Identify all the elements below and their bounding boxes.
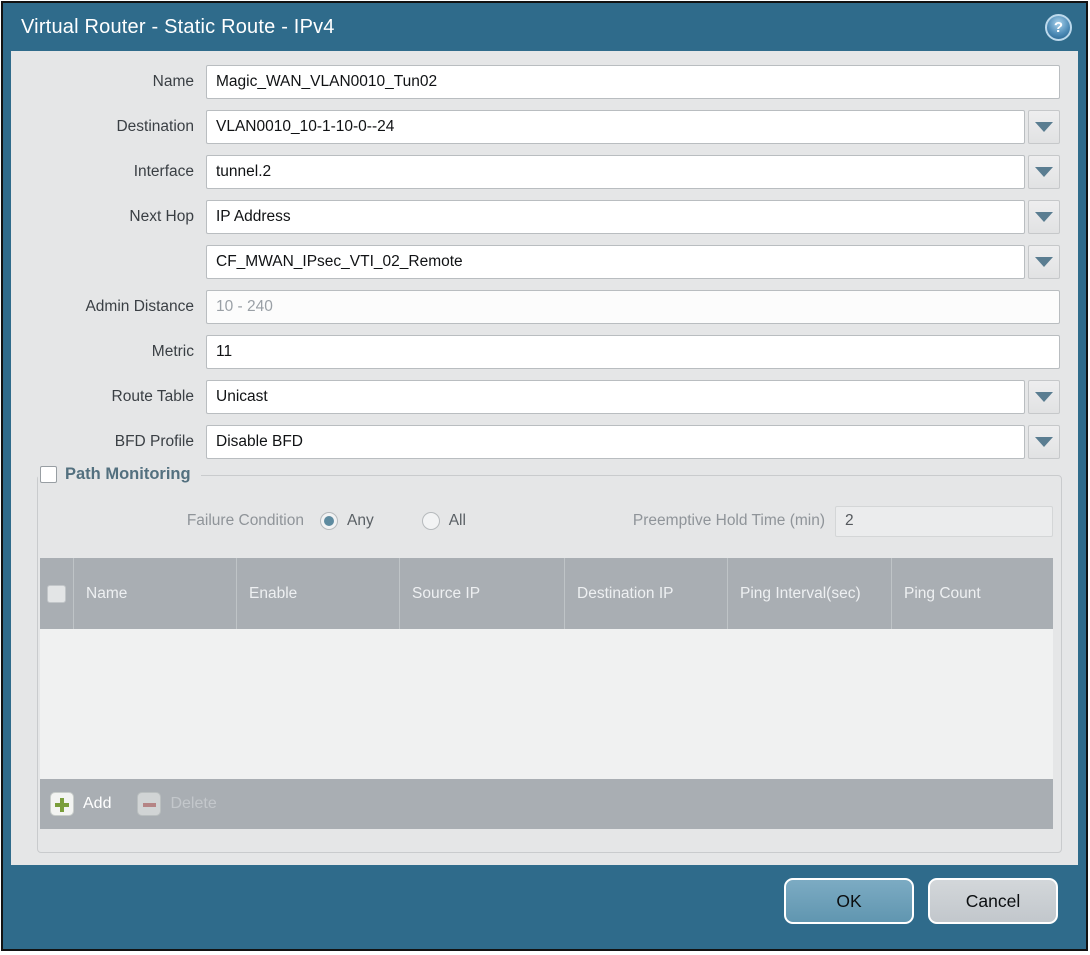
bfd-profile-input[interactable]: [206, 425, 1025, 459]
cancel-button[interactable]: Cancel: [928, 878, 1058, 924]
chevron-down-icon: [1035, 122, 1053, 132]
path-monitoring-section: Path Monitoring Failure Condition Any Al…: [37, 475, 1062, 853]
route-table-dropdown-button[interactable]: [1028, 380, 1060, 414]
chevron-down-icon: [1035, 167, 1053, 177]
metric-label: Metric: [19, 343, 206, 361]
route-table-row: Route Table: [19, 380, 1060, 414]
ok-button[interactable]: OK: [784, 878, 914, 924]
admin-distance-row: Admin Distance: [19, 290, 1060, 324]
chevron-down-icon: [1035, 257, 1053, 267]
route-table-label: Route Table: [19, 388, 206, 406]
column-header-name: Name: [74, 558, 237, 629]
dialog-title-bar: Virtual Router - Static Route - IPv4 ?: [3, 3, 1086, 51]
chevron-down-icon: [1035, 392, 1053, 402]
help-glyph: ?: [1054, 19, 1063, 36]
interface-input[interactable]: [206, 155, 1025, 189]
path-monitoring-title: Path Monitoring: [65, 465, 191, 484]
next-hop-address-input[interactable]: [206, 245, 1025, 279]
add-button[interactable]: Add: [50, 792, 111, 816]
failure-condition-all-label: All: [449, 512, 466, 530]
table-footer: Add Delete: [40, 779, 1053, 829]
column-header-ping-interval: Ping Interval(sec): [728, 558, 892, 629]
failure-condition-any-radio[interactable]: [320, 512, 338, 530]
delete-button[interactable]: Delete: [137, 792, 216, 816]
delete-button-label: Delete: [170, 795, 216, 813]
metric-input[interactable]: [206, 335, 1060, 369]
metric-row: Metric: [19, 335, 1060, 369]
help-icon[interactable]: ?: [1045, 14, 1072, 41]
column-header-destination-ip: Destination IP: [565, 558, 728, 629]
select-all-cell: [40, 558, 74, 629]
next-hop-address-dropdown-button[interactable]: [1028, 245, 1060, 279]
name-label: Name: [19, 73, 206, 91]
name-row: Name: [19, 65, 1060, 99]
interface-row: Interface: [19, 155, 1060, 189]
preemptive-hold-label: Preemptive Hold Time (min): [466, 512, 835, 530]
minus-icon: [137, 792, 161, 816]
next-hop-row: Next Hop: [19, 200, 1060, 234]
table-header: Name Enable Source IP Destination IP Pin…: [40, 558, 1053, 629]
next-hop-type-input[interactable]: [206, 200, 1025, 234]
interface-dropdown-button[interactable]: [1028, 155, 1060, 189]
destination-row: Destination: [19, 110, 1060, 144]
failure-condition-all-radio[interactable]: [422, 512, 440, 530]
dialog-footer: OK Cancel: [3, 865, 1086, 949]
failure-condition-any-label: Any: [347, 512, 374, 530]
select-all-checkbox[interactable]: [47, 585, 66, 603]
next-hop-address-row: [19, 245, 1060, 279]
table-body-empty: [40, 629, 1053, 779]
next-hop-label: Next Hop: [19, 208, 206, 226]
admin-distance-input[interactable]: [206, 290, 1060, 324]
route-table-input[interactable]: [206, 380, 1025, 414]
preemptive-hold-input[interactable]: [835, 506, 1053, 537]
name-input[interactable]: [206, 65, 1060, 99]
admin-distance-label: Admin Distance: [19, 298, 206, 316]
bfd-profile-label: BFD Profile: [19, 433, 206, 451]
destination-input[interactable]: [206, 110, 1025, 144]
destination-label: Destination: [19, 118, 206, 136]
column-header-ping-count: Ping Count: [892, 558, 1053, 629]
path-monitoring-checkbox[interactable]: [40, 466, 57, 483]
path-monitoring-legend: Path Monitoring: [38, 465, 201, 484]
chevron-down-icon: [1035, 212, 1053, 222]
chevron-down-icon: [1035, 437, 1053, 447]
path-monitoring-table: Name Enable Source IP Destination IP Pin…: [40, 558, 1053, 829]
plus-icon: [50, 792, 74, 816]
bfd-profile-row: BFD Profile: [19, 425, 1060, 459]
add-button-label: Add: [83, 795, 111, 813]
destination-dropdown-button[interactable]: [1028, 110, 1060, 144]
column-header-source-ip: Source IP: [400, 558, 565, 629]
bfd-profile-dropdown-button[interactable]: [1028, 425, 1060, 459]
static-route-dialog: Virtual Router - Static Route - IPv4 ? N…: [1, 1, 1088, 951]
failure-condition-row: Failure Condition Any All Preemptive Hol…: [40, 504, 1053, 538]
interface-label: Interface: [19, 163, 206, 181]
column-header-enable: Enable: [237, 558, 400, 629]
next-hop-type-dropdown-button[interactable]: [1028, 200, 1060, 234]
failure-condition-label: Failure Condition: [40, 512, 308, 530]
dialog-title: Virtual Router - Static Route - IPv4: [21, 16, 335, 39]
form-panel: Name Destination Interface: [11, 51, 1078, 865]
